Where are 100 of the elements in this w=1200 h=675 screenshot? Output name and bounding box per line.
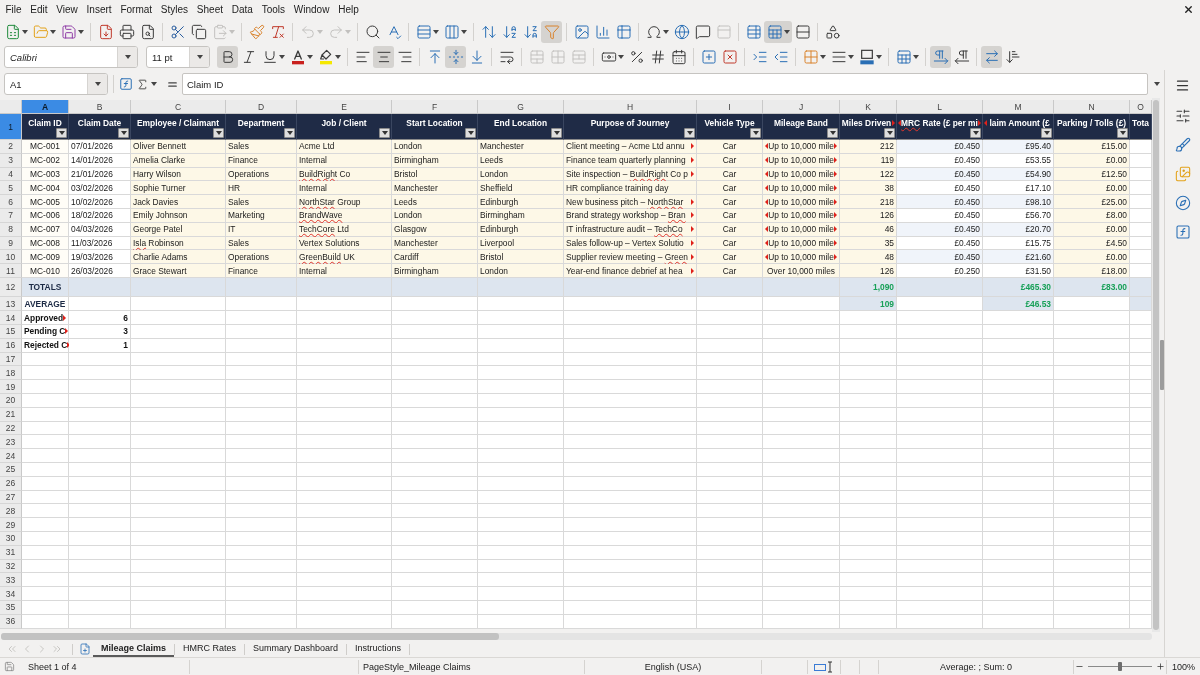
column-header[interactable]: F: [392, 100, 478, 114]
filter-button[interactable]: [884, 128, 895, 138]
sheet-tab[interactable]: Mileage Claims: [93, 641, 175, 657]
filter-button[interactable]: [284, 128, 295, 138]
filter-button[interactable]: [379, 128, 390, 138]
menu-item[interactable]: Tools: [257, 1, 290, 18]
caret-icon: [972, 131, 979, 135]
menu-item[interactable]: Edit: [25, 1, 52, 18]
menu-item[interactable]: Sheet: [192, 1, 228, 18]
row-header[interactable]: 14: [0, 311, 22, 326]
cell-text: Up to 10,000 mile: [768, 169, 834, 179]
add-sheet-button[interactable]: [77, 642, 93, 656]
column-header[interactable]: I: [697, 100, 763, 114]
column-header[interactable]: G: [478, 100, 564, 114]
column-header[interactable]: C: [131, 100, 226, 114]
splitter-handle[interactable]: [1160, 340, 1164, 390]
autofilter-button[interactable]: [541, 20, 562, 43]
filter-button[interactable]: [213, 128, 224, 138]
underline-icon: [261, 49, 278, 65]
row-header[interactable]: 11: [0, 264, 22, 278]
row-header[interactable]: 13: [0, 297, 22, 312]
row-header[interactable]: 35: [0, 601, 22, 615]
document-download-icon: [97, 23, 114, 40]
row-header[interactable]: 6: [0, 195, 22, 209]
column-header[interactable]: L: [897, 100, 983, 114]
bold-button[interactable]: [217, 46, 238, 68]
filter-button[interactable]: [465, 128, 476, 138]
column-header[interactable]: O: [1130, 100, 1152, 114]
row-header[interactable]: 23: [0, 435, 22, 450]
caret-icon: [286, 131, 293, 135]
slider-thumb[interactable]: [1118, 662, 1122, 671]
row-header[interactable]: 12: [0, 277, 22, 298]
filter-button[interactable]: [1041, 128, 1052, 138]
formula-input-field[interactable]: Claim ID: [182, 73, 1148, 95]
dropdown-button[interactable]: [117, 47, 137, 67]
menu-item[interactable]: Insert: [82, 1, 116, 18]
align-center-button[interactable]: [373, 46, 394, 68]
row-header[interactable]: 18: [0, 366, 22, 381]
filter-button[interactable]: [684, 128, 695, 138]
column-header[interactable]: E: [297, 100, 392, 114]
row-header[interactable]: 28: [0, 504, 22, 519]
column-header[interactable]: M: [983, 100, 1054, 114]
row-header[interactable]: 19: [0, 380, 22, 395]
page-style: PageStyle_Mileage Claims: [363, 661, 471, 672]
filter-button[interactable]: [56, 128, 67, 138]
row-header[interactable]: 15: [0, 325, 22, 339]
left-to-right-button[interactable]: [930, 46, 951, 68]
filter-button[interactable]: [827, 128, 838, 138]
freeze-rows-columns-button[interactable]: [764, 20, 792, 43]
zoom-in-button[interactable]: [1156, 660, 1165, 673]
caret-icon: [886, 131, 893, 135]
menu-item[interactable]: File: [1, 1, 26, 18]
filter-button[interactable]: [970, 128, 981, 138]
table-cell: Sales: [226, 140, 297, 154]
zoom-level: 100%: [1172, 661, 1195, 672]
name-box[interactable]: A1: [4, 73, 108, 95]
table-cell: 218: [840, 195, 897, 209]
column-header[interactable]: N: [1054, 100, 1130, 114]
sheet-tab[interactable]: Instructions: [347, 641, 410, 657]
filter-button[interactable]: [750, 128, 761, 138]
table-cell: 3: [69, 325, 131, 339]
font-size-combobox[interactable]: 11 pt: [146, 46, 210, 68]
sheet-tab[interactable]: Summary Dashboard: [245, 641, 347, 657]
dropdown-button[interactable]: [87, 74, 107, 94]
filter-button[interactable]: [551, 128, 562, 138]
row-header[interactable]: 29: [0, 518, 22, 532]
filter-button[interactable]: [1117, 128, 1128, 138]
row-header[interactable]: 34: [0, 587, 22, 601]
row-header[interactable]: 2: [0, 140, 22, 154]
font-name-combobox[interactable]: Calibri: [4, 46, 138, 68]
rows-icon: [415, 23, 432, 40]
row-header[interactable]: 10: [0, 250, 22, 265]
column-header[interactable]: A: [22, 100, 69, 114]
table-cell: Edinburgh: [478, 195, 564, 209]
bar-chart-icon: [594, 23, 611, 40]
menu-item[interactable]: Format: [116, 1, 157, 18]
column-header[interactable]: H: [564, 100, 697, 114]
column-header[interactable]: B: [69, 100, 131, 114]
menu-item[interactable]: Window: [289, 1, 334, 18]
text-direction-button[interactable]: [981, 46, 1002, 68]
row-header[interactable]: 25: [0, 463, 22, 477]
scrollbar-thumb[interactable]: [1, 633, 499, 640]
filter-button[interactable]: [118, 128, 129, 138]
horizontal-scrollbar[interactable]: [1, 633, 1152, 640]
dropdown-button[interactable]: [189, 47, 209, 67]
row-header[interactable]: 5: [0, 181, 22, 196]
column-header[interactable]: D: [226, 100, 297, 114]
row-header[interactable]: 30: [0, 532, 22, 546]
menu-item[interactable]: Data: [227, 1, 258, 18]
row-header[interactable]: 24: [0, 449, 22, 464]
column-header[interactable]: J: [763, 100, 840, 114]
menu-item[interactable]: Help: [333, 1, 364, 18]
column-header[interactable]: K: [840, 100, 897, 114]
menu-item[interactable]: View: [51, 1, 83, 18]
menu-item[interactable]: Styles: [156, 1, 193, 18]
row-header[interactable]: 1: [0, 114, 22, 140]
row-header[interactable]: 20: [0, 394, 22, 408]
row-header[interactable]: 33: [0, 573, 22, 588]
sheet-tab[interactable]: HMRC Rates: [175, 641, 245, 657]
table-cell: TOTALS: [22, 277, 69, 298]
